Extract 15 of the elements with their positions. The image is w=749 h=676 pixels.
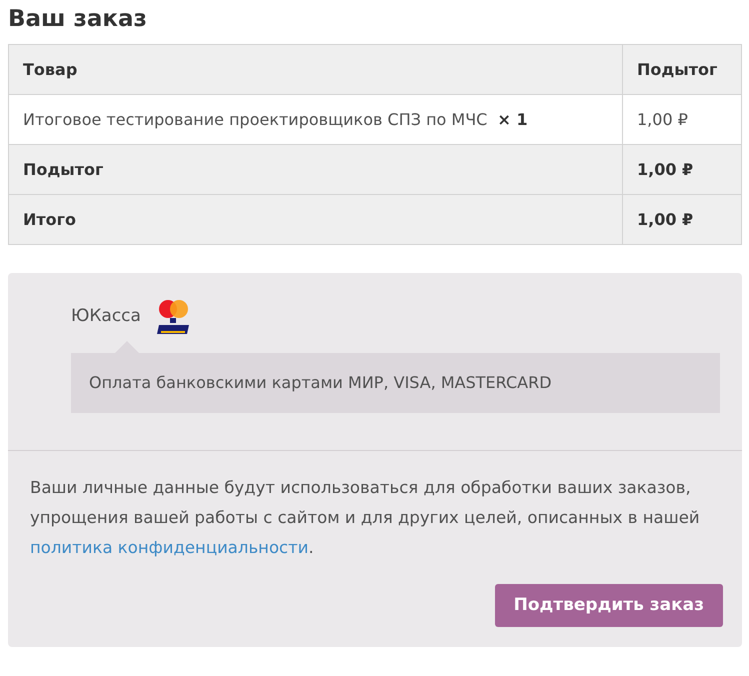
column-header: Подытог — [622, 44, 742, 94]
table-cell: Итого — [8, 194, 622, 244]
table-cell: 1,00 ₽ — [622, 144, 742, 194]
table-cell: Итоговое тестирование проектировщиков СПЗ по МЧС × 1 — [8, 94, 622, 144]
payment-method-label[interactable]: ЮКасса — [71, 304, 141, 330]
place-order-button[interactable]: Подтвердить заказ — [494, 584, 723, 628]
card-logo-icon — [156, 298, 191, 335]
privacy-notice: Ваши личные данные будут использоваться для обработки ваших заказов, упрощения вашей работы с сайтом и для других целей, описанных в нашей политика конфиденциальности. — [29, 476, 701, 559]
table-cell: 1,00 ₽ — [622, 94, 742, 144]
table-cell: Подытог — [8, 144, 622, 194]
order-title: Ваш заказ — [8, 6, 148, 34]
payment-description: Оплата банковскими картами МИР, VISA, MASTERCARD — [71, 352, 720, 413]
column-header: Товар — [8, 44, 622, 94]
privacy-policy-link[interactable]: политика конфиденциальности — [30, 538, 308, 557]
table-cell: 1,00 ₽ — [622, 194, 742, 244]
